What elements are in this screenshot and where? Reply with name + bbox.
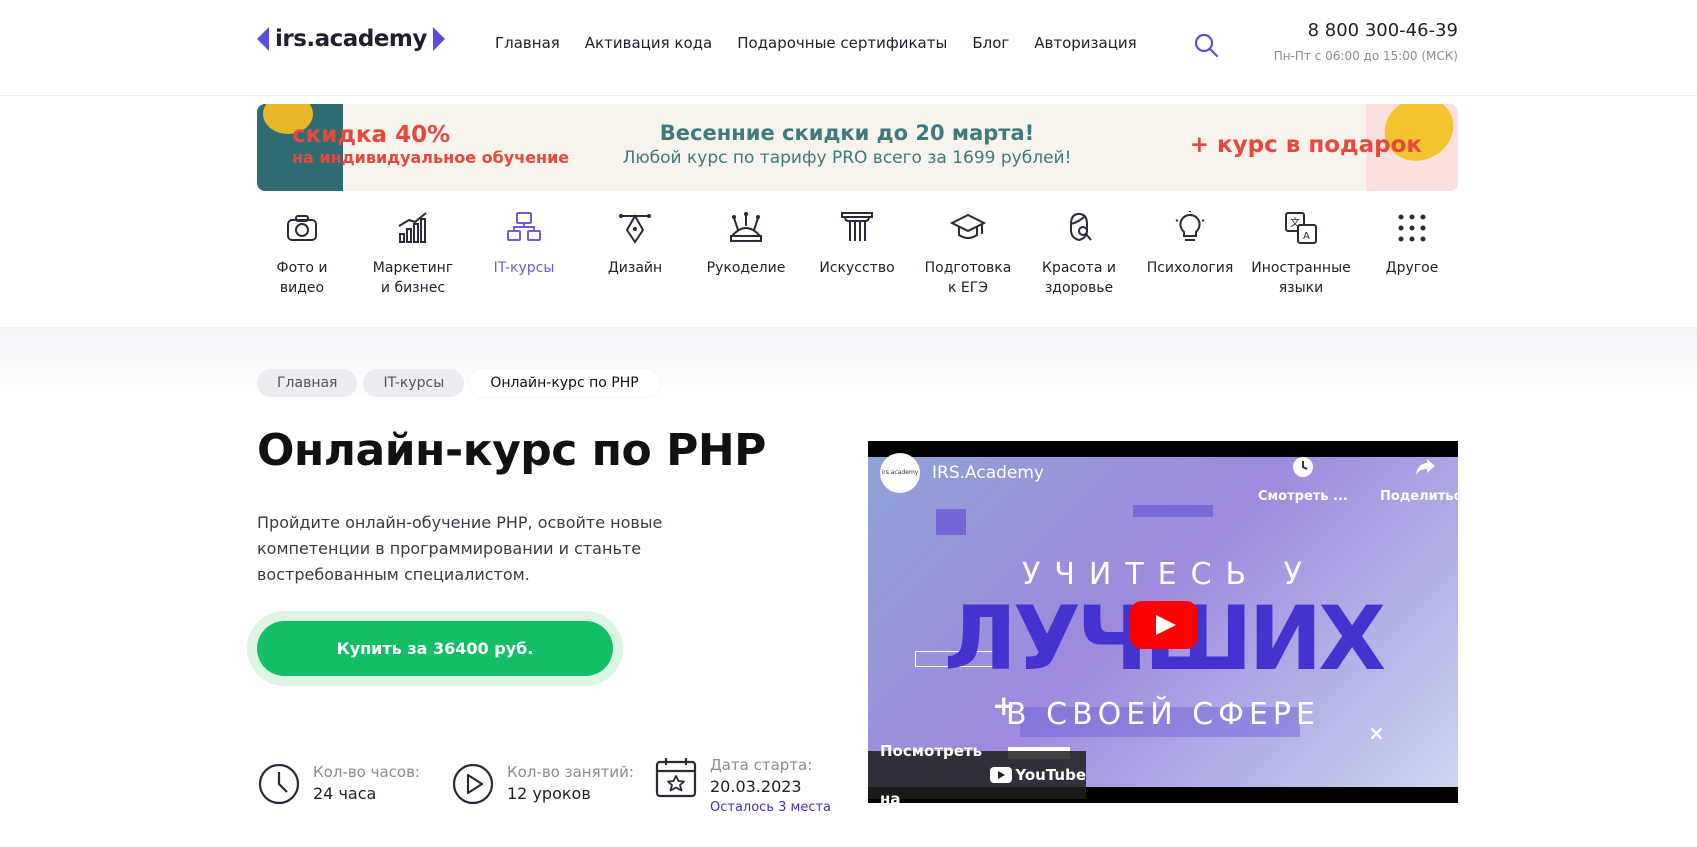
share-label: Поделиться: [1380, 489, 1458, 504]
category-menu: Фото и видео Маркетинг и бизнес IT-курсы Д…: [252, 210, 1462, 298]
stat-lessons-value: 12 уроков: [507, 784, 591, 803]
network-computers-icon: [507, 212, 541, 241]
category-exam-prep[interactable]: Подготовка к ЕГЭ: [918, 210, 1018, 298]
nav-login[interactable]: Авторизация: [1034, 34, 1136, 52]
stat-hours-value: 24 часа: [313, 784, 377, 803]
category-beauty[interactable]: Красота и здоровье: [1029, 210, 1129, 298]
category-marketing[interactable]: Маркетинг и бизнес: [363, 210, 463, 298]
category-design[interactable]: Дизайн: [585, 210, 685, 298]
clock-icon: [258, 763, 300, 805]
category-label: Фото и видео: [276, 260, 328, 296]
category-other[interactable]: Другое: [1362, 210, 1462, 298]
category-label: Маркетинг и бизнес: [372, 260, 454, 296]
lightbulb-icon: [1175, 211, 1205, 241]
stat-lessons-label: Кол-во занятий:: [507, 763, 634, 781]
youtube-logo-icon: YouTube: [990, 751, 1086, 799]
watch-later-button[interactable]: Смотреть ...: [1258, 455, 1348, 504]
breadcrumb-current: Онлайн-курс по PHP: [470, 369, 659, 397]
category-label: IT-курсы: [493, 260, 555, 276]
category-label: Другое: [1385, 260, 1439, 276]
stat-start-label: Дата старта:: [710, 756, 813, 774]
svg-text:A: A: [1303, 231, 1310, 242]
camera-icon: [287, 215, 317, 241]
stat-hours: Кол-во часов: 24 часа: [257, 762, 451, 817]
contact-block: 8 800 300-46-39 Пн-Пт с 06:00 до 15:00 (…: [1274, 20, 1458, 63]
category-label: Дизайн: [607, 260, 663, 276]
nav-home[interactable]: Главная: [495, 34, 560, 52]
channel-info[interactable]: irs.academy IRS.Academy: [880, 453, 1044, 493]
category-art[interactable]: Искусство: [807, 210, 907, 298]
clock-icon: [1292, 457, 1313, 477]
nav-code-activation[interactable]: Активация кода: [585, 34, 712, 52]
thumbnail-shape: [936, 509, 966, 535]
promo-banner[interactable]: скидка 40% на индивидуальное обучение Ве…: [257, 104, 1458, 191]
working-hours: Пн-Пт с 06:00 до 15:00 (МСК): [1273, 49, 1458, 63]
category-handmade[interactable]: Рукоделие: [696, 210, 796, 298]
banner-discount: скидка 40% на индивидуальное обучение: [292, 122, 569, 168]
grid-dots-icon: [1398, 214, 1426, 242]
logo[interactable]: irs.academy: [257, 26, 445, 52]
breadcrumb-home[interactable]: Главная: [257, 369, 358, 397]
watch-later-label: Смотреть ...: [1258, 489, 1348, 504]
course-stats: Кол-во часов: 24 часа Кол-во занятий: 12…: [257, 756, 831, 817]
play-circle-icon: [452, 763, 494, 805]
category-label: Психология: [1146, 260, 1234, 276]
calendar-star-icon: [655, 758, 697, 798]
nav-blog[interactable]: Блог: [972, 34, 1009, 52]
stat-start-value: 20.03.2023: [710, 777, 802, 796]
category-label: Рукоделие: [706, 260, 786, 276]
stat-hours-label: Кол-во часов:: [313, 763, 420, 781]
buy-button[interactable]: Купить за 36400 руб.: [257, 621, 613, 676]
growth-chart-icon: [398, 212, 427, 243]
watch-on-youtube-button[interactable]: Посмотреть на YouTube: [868, 742, 1086, 803]
logo-left-arrow-icon: [257, 27, 269, 51]
site-header: irs.academy Главная Активация кода Подар…: [0, 0, 1697, 96]
category-label: Красота и здоровье: [1042, 260, 1116, 296]
category-label: Искусство: [819, 260, 895, 276]
banner-subtitle: Любой курс по тарифу PRO всего за 1699 р…: [622, 148, 1072, 168]
category-psychology[interactable]: Психология: [1140, 210, 1240, 298]
category-it[interactable]: IT-курсы: [474, 210, 574, 298]
banner-gift: + курс в подарок: [1189, 132, 1422, 158]
search-icon[interactable]: [1193, 32, 1219, 58]
channel-name[interactable]: IRS.Academy: [932, 463, 1044, 483]
category-languages[interactable]: 文A Иностранные языки: [1251, 210, 1351, 298]
stat-lessons: Кол-во занятий: 12 уроков: [451, 762, 654, 817]
svg-text:文: 文: [1290, 216, 1300, 229]
column-icon: [841, 212, 873, 241]
watch-on-label: Посмотреть на: [880, 742, 983, 803]
category-label: Иностранные языки: [1251, 260, 1351, 296]
main-nav: Главная Активация кода Подарочные сертиф…: [495, 34, 1137, 52]
logo-right-arrow-icon: [432, 27, 445, 51]
pen-tool-icon: [619, 213, 651, 244]
share-arrow-icon: [1415, 459, 1435, 475]
banner-discount-small: на индивидуальное обучение: [292, 148, 570, 167]
channel-avatar[interactable]: irs.academy: [880, 453, 920, 493]
page-title: Онлайн-курс по PHP: [257, 425, 766, 476]
breadcrumb-it-courses[interactable]: IT-курсы: [363, 369, 465, 397]
play-button-icon[interactable]: [1130, 601, 1198, 649]
breadcrumb: Главная IT-курсы Онлайн-курс по PHP: [257, 369, 659, 397]
seats-left: Осталось 3 места: [710, 800, 832, 815]
x-decoration-icon: ×: [1368, 721, 1385, 745]
banner-title: Весенние скидки до 20 марта!: [659, 121, 1035, 145]
face-care-icon: [1070, 212, 1092, 242]
plus-decoration-icon: +: [992, 689, 1016, 722]
banner-center: Весенние скидки до 20 марта! Любой курс …: [587, 120, 1107, 170]
nav-gift-certificates[interactable]: Подарочные сертификаты: [737, 34, 947, 52]
thumbnail-shape: [1133, 505, 1213, 517]
share-button[interactable]: Поделиться: [1380, 455, 1458, 504]
category-photo-video[interactable]: Фото и видео: [252, 210, 352, 298]
banner-discount-big: скидка 40%: [292, 122, 451, 148]
graduation-cap-icon: [950, 213, 986, 239]
stat-start: Дата старта: 20.03.2023 Осталось 3 места: [654, 755, 831, 817]
youtube-video-embed[interactable]: УЧИТЕСЬ У ЛУЧШИХ В СВОЕЙ СФЕРЕ + × irs.a…: [868, 441, 1458, 803]
translate-icon: 文A: [1285, 212, 1317, 244]
category-label: Подготовка к ЕГЭ: [924, 260, 1012, 296]
pincushion-icon: [729, 212, 763, 242]
logo-text: irs.academy: [275, 26, 427, 52]
phone-number[interactable]: 8 800 300-46-39: [1274, 20, 1458, 41]
course-description: Пройдите онлайн-обучение PHP, освойте но…: [257, 513, 663, 584]
